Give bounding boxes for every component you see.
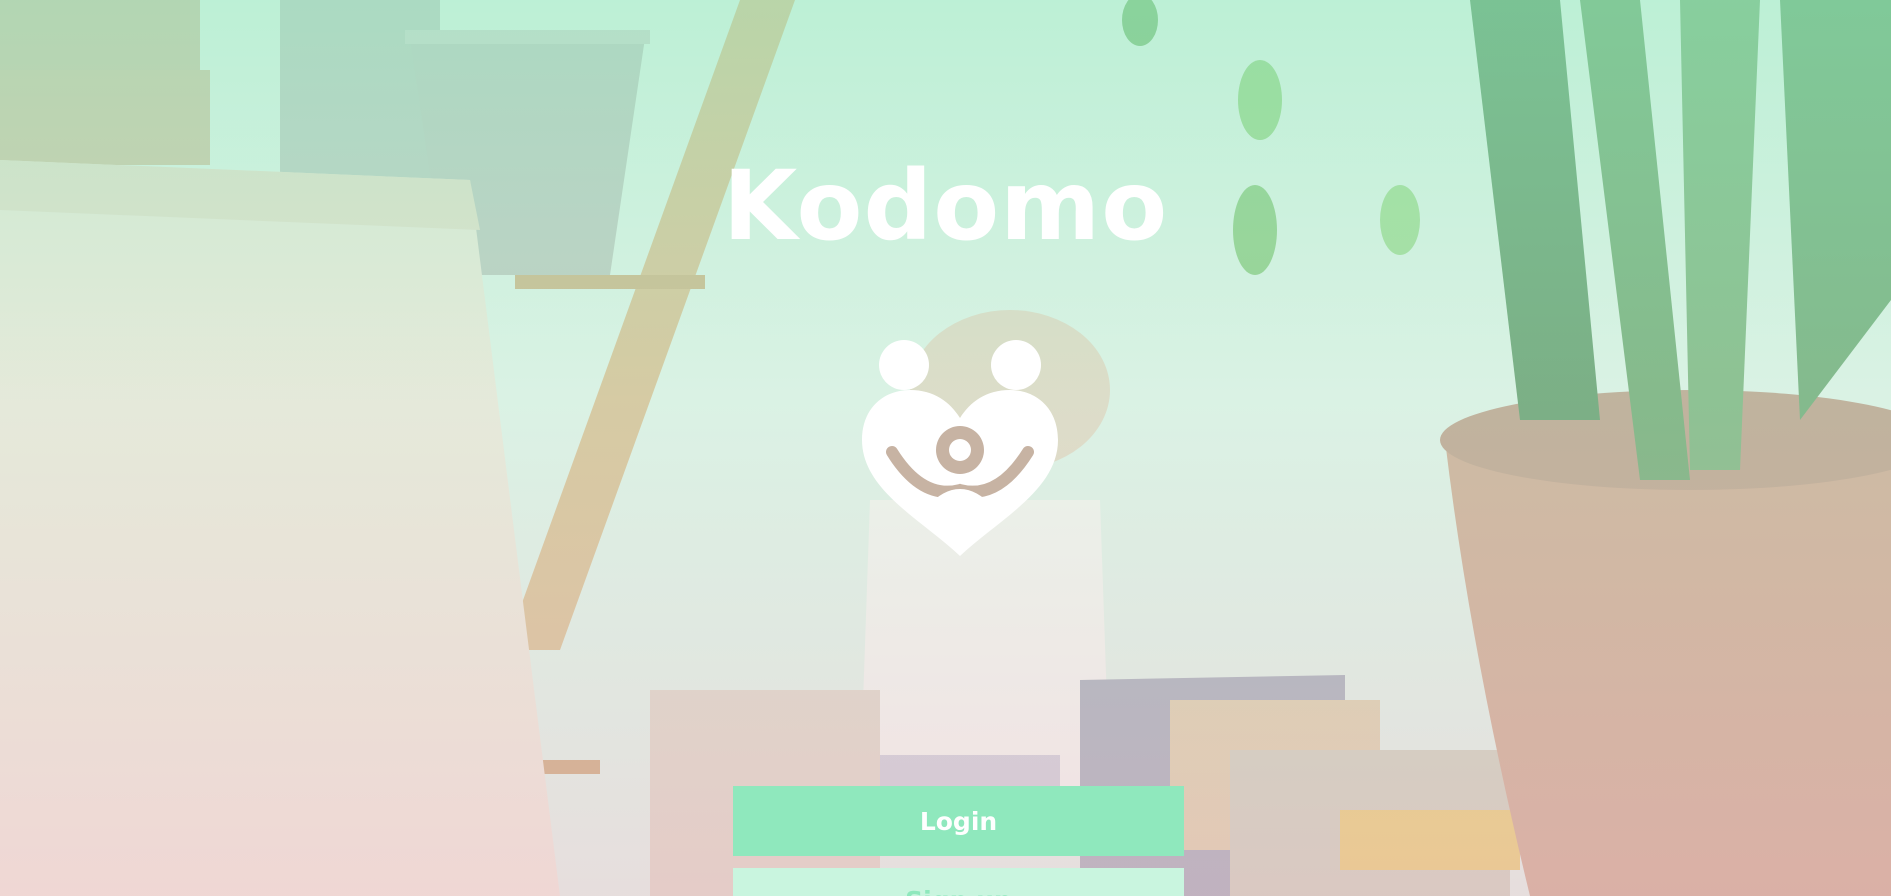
login-screen: Kodomo Login Sign up (0, 0, 1891, 896)
signup-button[interactable]: Sign up (733, 868, 1184, 896)
family-heart-logo-icon (862, 340, 1058, 556)
login-button[interactable]: Login (733, 786, 1184, 856)
app-title: Kodomo (722, 150, 1169, 262)
